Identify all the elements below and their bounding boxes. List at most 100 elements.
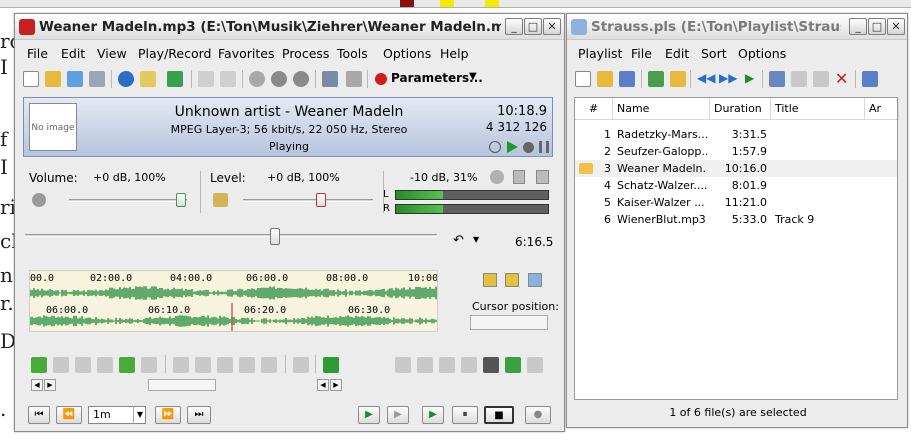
- go-end-button[interactable]: ⏭: [187, 406, 211, 424]
- zoom-fit-icon[interactable]: [483, 273, 497, 287]
- minimize-button[interactable]: _: [505, 18, 523, 35]
- go-to-end-icon[interactable]: [323, 357, 339, 373]
- paste-icon[interactable]: [813, 71, 829, 87]
- binoculars-icon[interactable]: [483, 357, 499, 373]
- zoom-out-icon[interactable]: [528, 273, 542, 287]
- stop-button[interactable]: ■: [484, 406, 514, 424]
- save-playlist-icon[interactable]: [619, 71, 635, 87]
- column-header[interactable]: Title: [771, 98, 865, 120]
- scroll-left-button[interactable]: ◀: [317, 379, 329, 391]
- marker-list-icon[interactable]: [417, 357, 433, 373]
- column-header[interactable]: #: [575, 98, 613, 120]
- play-from-cursor-button[interactable]: ▶: [422, 406, 444, 424]
- volume-slider-thumb[interactable]: [176, 193, 186, 207]
- table-row[interactable]: 1 Radetzky-Mars... 3:31.5: [575, 126, 897, 143]
- info-icon[interactable]: [536, 170, 549, 184]
- menu-item-options[interactable]: Options: [383, 46, 431, 61]
- marker-add-icon[interactable]: [461, 357, 477, 373]
- open-url-icon[interactable]: [67, 71, 83, 87]
- trim-icon[interactable]: [239, 357, 255, 373]
- menu-item-file[interactable]: File: [27, 46, 48, 61]
- edit-tags-icon[interactable]: [140, 71, 156, 87]
- open-playlist-icon[interactable]: [597, 71, 613, 87]
- pause-button[interactable]: ⏸: [452, 406, 478, 424]
- scroll-right-button[interactable]: ▶: [44, 379, 56, 391]
- search-icon[interactable]: [249, 71, 265, 87]
- chevron-down-icon[interactable]: ▼: [133, 406, 146, 424]
- maximize-button[interactable]: □: [524, 18, 542, 35]
- table-row[interactable]: 4 Schatz-Walzer.... 8:01.9: [575, 177, 897, 194]
- waveform-view[interactable]: 00.0 02:00.0 04:00.0 06:00.0 08:00.0 10:00 06…: [29, 270, 438, 332]
- crop-icon[interactable]: [261, 357, 277, 373]
- chevron-down-icon[interactable]: ▼: [473, 235, 479, 244]
- info-icon[interactable]: [118, 71, 134, 87]
- table-row[interactable]: 6 WienerBlut.mp3 5:33.0 Track 9: [575, 211, 897, 228]
- next-icon[interactable]: ▶▶: [719, 71, 737, 85]
- clock-icon[interactable]: [271, 71, 287, 87]
- refresh-icon[interactable]: [141, 357, 157, 373]
- previous-icon[interactable]: ◀◀: [697, 71, 715, 85]
- play-button[interactable]: ▶: [387, 406, 409, 424]
- copy-icon[interactable]: [195, 357, 211, 373]
- marker-edit-icon[interactable]: [439, 357, 455, 373]
- delete-icon[interactable]: ✕: [835, 69, 848, 88]
- settings-icon[interactable]: [322, 71, 338, 87]
- paste-icon[interactable]: [217, 357, 233, 373]
- menu-item-favorites[interactable]: Favorites: [218, 46, 274, 61]
- play-selection-button[interactable]: ▶: [358, 406, 380, 424]
- add-marker-icon[interactable]: [505, 357, 521, 373]
- device-icon[interactable]: [513, 170, 525, 184]
- menu-item-file[interactable]: File: [631, 46, 652, 61]
- back-icon[interactable]: [97, 357, 113, 373]
- menu-item-edit[interactable]: Edit: [61, 46, 85, 61]
- play-icon[interactable]: ▶: [745, 71, 754, 85]
- menu-item-view[interactable]: View: [97, 46, 127, 61]
- mark-end-icon[interactable]: [119, 357, 135, 373]
- level-slider-thumb[interactable]: [316, 193, 326, 207]
- maximize-button[interactable]: □: [868, 18, 886, 35]
- chevron-down-icon[interactable]: ▼: [469, 71, 477, 82]
- convert-icon[interactable]: [167, 71, 183, 87]
- clock-icon[interactable]: [489, 141, 501, 153]
- menu-item-play-record[interactable]: Play/Record: [138, 46, 211, 61]
- pause-icon[interactable]: [539, 141, 549, 153]
- add-files-icon[interactable]: [648, 71, 664, 87]
- new-icon[interactable]: [23, 71, 39, 87]
- speaker-icon[interactable]: [32, 193, 46, 207]
- loop-icon[interactable]: ↶: [453, 233, 464, 248]
- position-slider-thumb[interactable]: [270, 228, 280, 245]
- record-icon[interactable]: [523, 142, 534, 153]
- menu-item-help[interactable]: Help: [440, 46, 469, 61]
- magic-wand-icon[interactable]: [213, 193, 228, 207]
- menu-item-process[interactable]: Process: [282, 46, 329, 61]
- open-icon[interactable]: [45, 71, 61, 87]
- marker-icon[interactable]: [395, 357, 411, 373]
- table-row[interactable]: 2 Seufzer-Galopp... 1:57.9: [575, 143, 897, 160]
- main-titlebar[interactable]: Weaner Madeln.mp3 (E:\Ton\Musik\Ziehrer\…: [15, 14, 564, 40]
- redo-icon[interactable]: [220, 71, 236, 87]
- select-icon[interactable]: [75, 357, 91, 373]
- menu-item-tools[interactable]: Tools: [337, 46, 368, 61]
- menu-item-playlist[interactable]: Playlist: [578, 46, 622, 61]
- close-button[interactable]: ✕: [887, 18, 905, 35]
- forward-button[interactable]: ⏩: [155, 406, 181, 424]
- new-playlist-icon[interactable]: [575, 71, 591, 87]
- column-header[interactable]: Duration: [710, 98, 771, 120]
- column-header[interactable]: Name: [613, 98, 710, 120]
- record-button[interactable]: ●: [525, 406, 551, 424]
- rewind-button[interactable]: ⏪: [56, 406, 82, 424]
- cut-icon[interactable]: [769, 71, 785, 87]
- undo-icon[interactable]: [198, 71, 214, 87]
- column-header[interactable]: Ar: [865, 98, 899, 120]
- scroll-bar[interactable]: [148, 379, 216, 391]
- menu-item-edit[interactable]: Edit: [665, 46, 689, 61]
- cut-icon[interactable]: [173, 357, 189, 373]
- menu-item-sort[interactable]: Sort: [701, 46, 727, 61]
- mark-start-icon[interactable]: [31, 357, 47, 373]
- properties-icon[interactable]: [862, 71, 878, 87]
- playlist-titlebar[interactable]: Strauss.pls (E:\Ton\Playlist\Strauss....…: [567, 14, 907, 40]
- minimize-button[interactable]: _: [849, 18, 867, 35]
- scroll-left-button[interactable]: ◀: [31, 379, 43, 391]
- table-row[interactable]: 5 Kaiser-Walzer ... 11:21.0: [575, 194, 897, 211]
- save-icon[interactable]: [89, 71, 105, 87]
